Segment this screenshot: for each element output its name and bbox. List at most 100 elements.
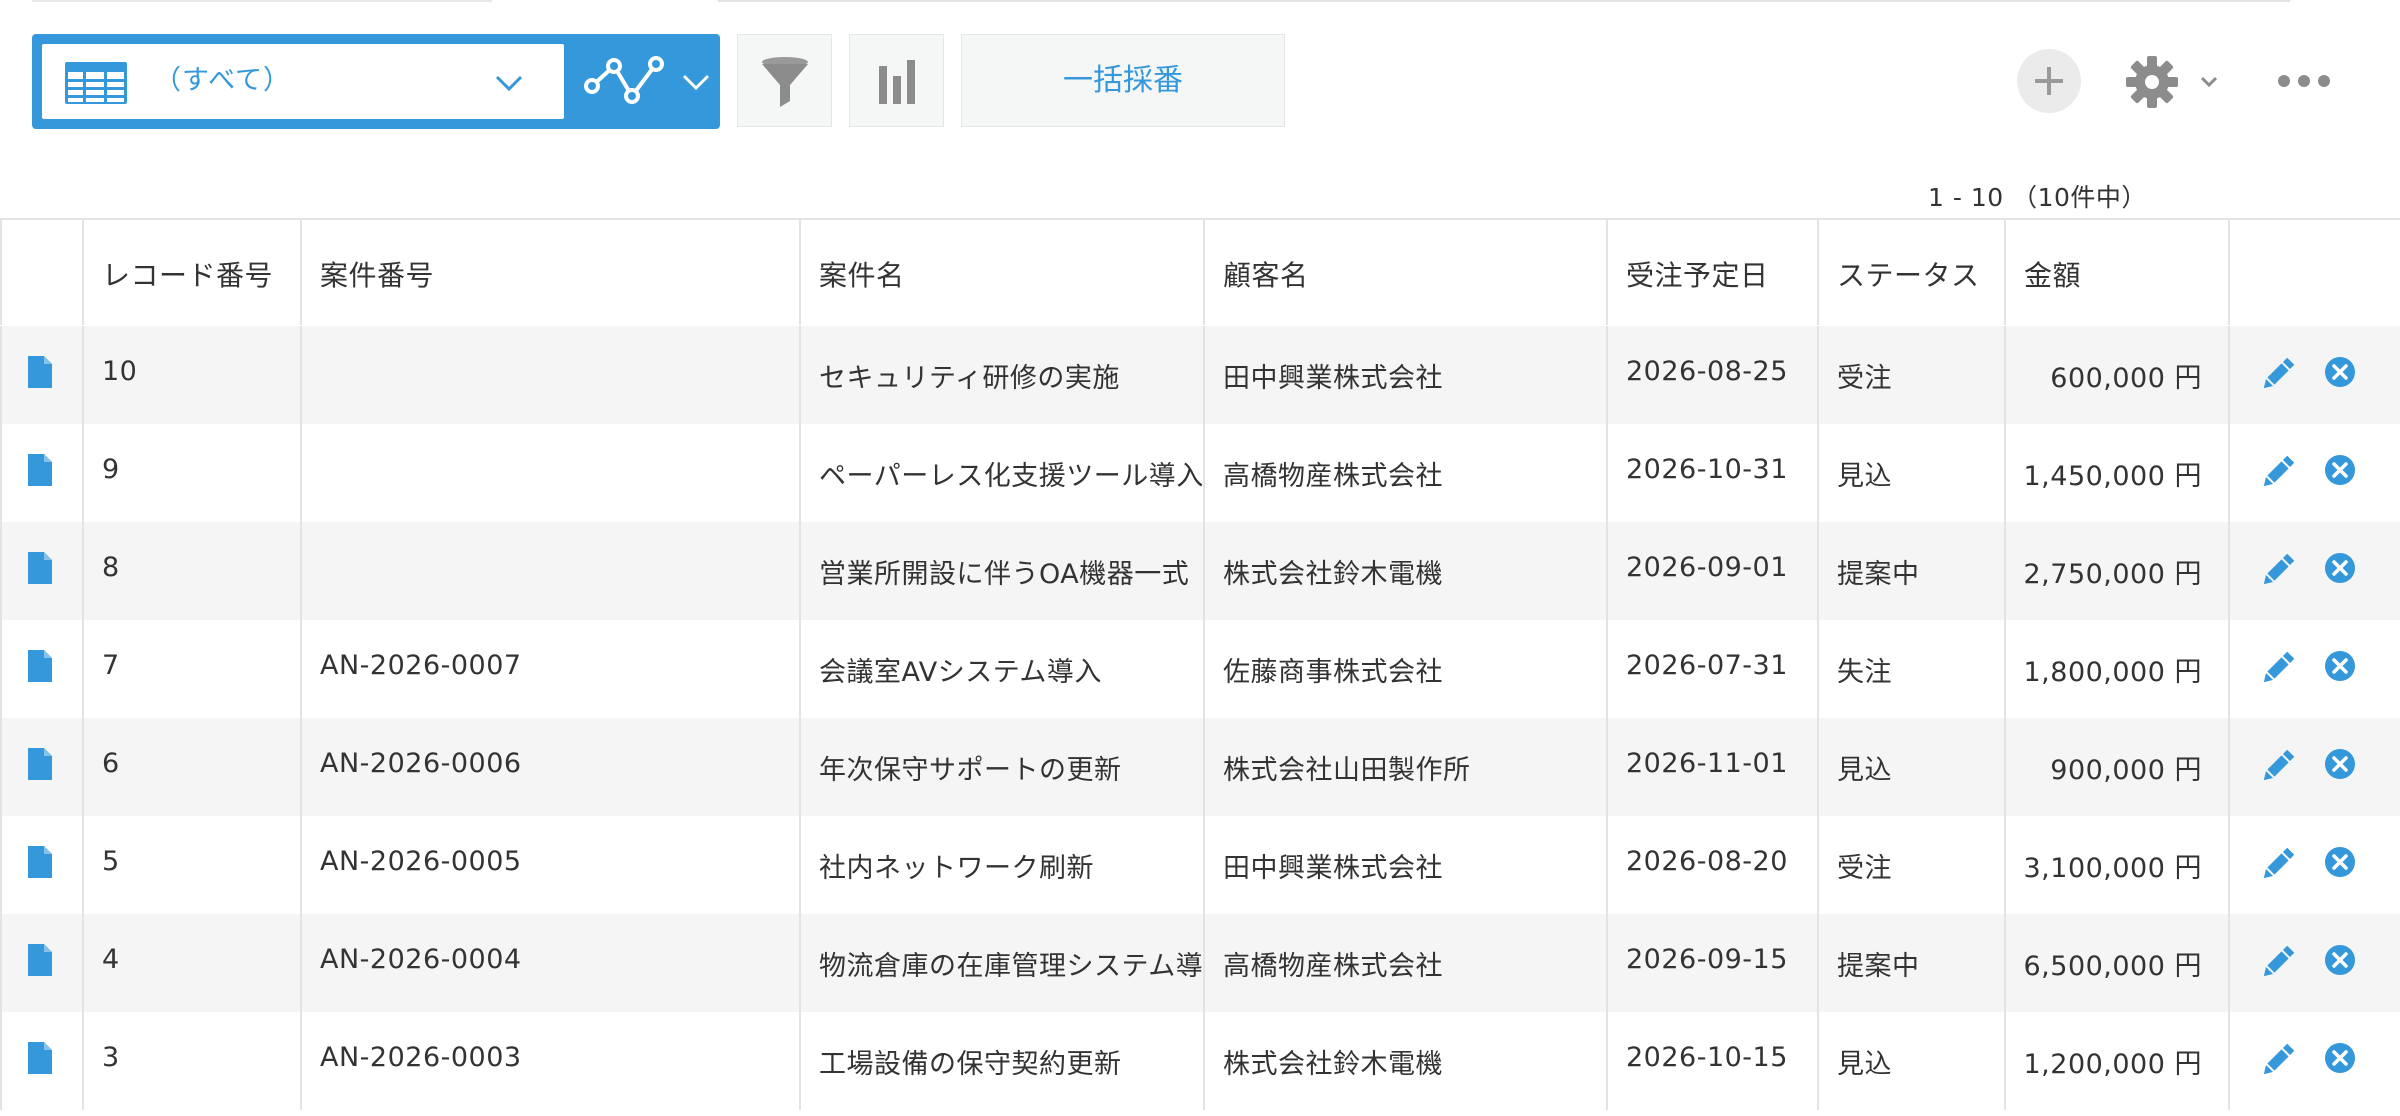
order-date: 2026-08-25 bbox=[1626, 356, 1788, 387]
status: 見込 bbox=[1837, 461, 1892, 492]
cell-amount: 1,800,000 円 bbox=[2006, 620, 2230, 718]
delete-icon[interactable] bbox=[2324, 1042, 2356, 1074]
delete-icon[interactable] bbox=[2324, 944, 2356, 976]
document-icon[interactable] bbox=[28, 1042, 52, 1074]
cell-case-no: AN-2026-0004 bbox=[302, 914, 801, 1012]
customer-name: 佐藤商事株式会社 bbox=[1223, 657, 1443, 688]
record-no: 4 bbox=[102, 944, 120, 975]
document-icon[interactable] bbox=[28, 356, 52, 388]
cell-amount: 1,200,000 円 bbox=[2006, 1012, 2230, 1110]
row-icon-cell bbox=[0, 522, 84, 620]
view-selector-group: （すべて） bbox=[32, 34, 720, 129]
status: 提案中 bbox=[1837, 951, 1920, 982]
cell-case-no bbox=[302, 424, 801, 522]
delete-icon[interactable] bbox=[2324, 846, 2356, 878]
header-cell[interactable]: 金額 bbox=[2006, 220, 2230, 325]
pencil-icon[interactable] bbox=[2260, 944, 2296, 980]
more-options-button[interactable] bbox=[2276, 66, 2332, 96]
document-icon[interactable] bbox=[28, 552, 52, 584]
cell-customer: 田中興業株式会社 bbox=[1205, 816, 1608, 914]
graph-view-button[interactable] bbox=[564, 34, 674, 129]
table-header: レコード番号 案件番号 案件名 顧客名 受注予定日 ステータス 金額 bbox=[0, 218, 2400, 325]
cell-case-no: AN-2026-0007 bbox=[302, 620, 801, 718]
bulk-number-button[interactable]: 一括採番 bbox=[961, 34, 1285, 127]
settings-button[interactable] bbox=[2120, 52, 2230, 112]
cell-case-no: AN-2026-0006 bbox=[302, 718, 801, 816]
document-icon[interactable] bbox=[28, 650, 52, 682]
header-cell[interactable]: レコード番号 bbox=[84, 220, 302, 325]
pencil-icon[interactable] bbox=[2260, 552, 2296, 588]
record-list-table: レコード番号 案件番号 案件名 顧客名 受注予定日 ステータス 金額 10 セキ… bbox=[0, 218, 2400, 1116]
table-row: 10 セキュリティ研修の実施 田中興業株式会社 2026-08-25 受注 60… bbox=[0, 326, 2400, 424]
document-icon[interactable] bbox=[28, 748, 52, 780]
header-cell[interactable]: 顧客名 bbox=[1205, 220, 1608, 325]
view-select-dropdown[interactable]: （すべて） bbox=[42, 44, 564, 119]
case-name: セキュリティ研修の実施 bbox=[819, 363, 1120, 394]
case-name: 年次保守サポートの更新 bbox=[819, 755, 1122, 786]
delete-icon[interactable] bbox=[2324, 748, 2356, 780]
cell-amount: 600,000 円 bbox=[2006, 326, 2230, 424]
cell-record-no: 6 bbox=[84, 718, 302, 816]
cell-date: 2026-09-15 bbox=[1608, 914, 1819, 1012]
delete-icon[interactable] bbox=[2324, 650, 2356, 682]
document-icon[interactable] bbox=[28, 454, 52, 486]
pencil-icon[interactable] bbox=[2260, 650, 2296, 686]
record-no: 5 bbox=[102, 846, 120, 877]
amount: 3,100,000 円 bbox=[2023, 853, 2202, 884]
row-icon-cell bbox=[0, 1012, 84, 1110]
pencil-icon[interactable] bbox=[2260, 454, 2296, 490]
cell-date: 2026-08-25 bbox=[1608, 326, 1819, 424]
add-record-button[interactable] bbox=[2017, 49, 2081, 113]
document-icon[interactable] bbox=[28, 846, 52, 878]
status: 見込 bbox=[1837, 755, 1892, 786]
table-row: 5 AN-2026-0005 社内ネットワーク刷新 田中興業株式会社 2026-… bbox=[0, 816, 2400, 914]
pencil-icon[interactable] bbox=[2260, 846, 2296, 882]
header-cell[interactable]: ステータス bbox=[1819, 220, 2006, 325]
header-cell[interactable]: 案件番号 bbox=[302, 220, 801, 325]
amount: 6,500,000 円 bbox=[2023, 951, 2202, 982]
chart-button[interactable] bbox=[849, 34, 944, 127]
cell-customer: 株式会社鈴木電機 bbox=[1205, 522, 1608, 620]
order-date: 2026-08-20 bbox=[1626, 846, 1788, 877]
cell-status: 見込 bbox=[1819, 1012, 2006, 1110]
pencil-icon[interactable] bbox=[2260, 356, 2296, 392]
graph-icon bbox=[584, 56, 664, 104]
pencil-icon[interactable] bbox=[2260, 1042, 2296, 1078]
cell-status: 見込 bbox=[1819, 424, 2006, 522]
delete-icon[interactable] bbox=[2324, 356, 2356, 388]
header-cell[interactable]: 受注予定日 bbox=[1608, 220, 1819, 325]
header-cell-actions bbox=[2230, 220, 2400, 325]
cell-actions bbox=[2230, 326, 2400, 424]
cell-record-no: 4 bbox=[84, 914, 302, 1012]
amount: 1,800,000 円 bbox=[2023, 657, 2202, 688]
cell-customer: 高橋物産株式会社 bbox=[1205, 424, 1608, 522]
status: 受注 bbox=[1837, 853, 1892, 884]
document-icon[interactable] bbox=[28, 944, 52, 976]
cell-actions bbox=[2230, 718, 2400, 816]
pagination-info: 1 - 10 （10件中） bbox=[1928, 183, 2147, 212]
row-icon-cell bbox=[0, 424, 84, 522]
cell-case-name: セキュリティ研修の実施 bbox=[801, 326, 1205, 424]
cell-status: 見込 bbox=[1819, 718, 2006, 816]
delete-icon[interactable] bbox=[2324, 454, 2356, 486]
case-name: 会議室AVシステム導入 bbox=[819, 657, 1102, 688]
table-row: 3 AN-2026-0003 工場設備の保守契約更新 株式会社鈴木電機 2026… bbox=[0, 1012, 2400, 1110]
status: 提案中 bbox=[1837, 559, 1920, 590]
cell-case-no: AN-2026-0005 bbox=[302, 816, 801, 914]
top-divider-left bbox=[32, 0, 492, 2]
delete-icon[interactable] bbox=[2324, 552, 2356, 584]
record-no: 10 bbox=[102, 356, 138, 387]
graph-menu-button[interactable] bbox=[672, 34, 720, 129]
header-cell[interactable]: 案件名 bbox=[801, 220, 1205, 325]
amount: 1,200,000 円 bbox=[2023, 1049, 2202, 1080]
column-header-amount: 金額 bbox=[2024, 259, 2082, 292]
cell-record-no: 8 bbox=[84, 522, 302, 620]
cell-customer: 佐藤商事株式会社 bbox=[1205, 620, 1608, 718]
customer-name: 株式会社鈴木電機 bbox=[1223, 559, 1443, 590]
pencil-icon[interactable] bbox=[2260, 748, 2296, 784]
filter-button[interactable] bbox=[737, 34, 832, 127]
record-no: 8 bbox=[102, 552, 120, 583]
column-header-customer: 顧客名 bbox=[1223, 259, 1309, 292]
cell-case-no bbox=[302, 522, 801, 620]
cell-actions bbox=[2230, 816, 2400, 914]
